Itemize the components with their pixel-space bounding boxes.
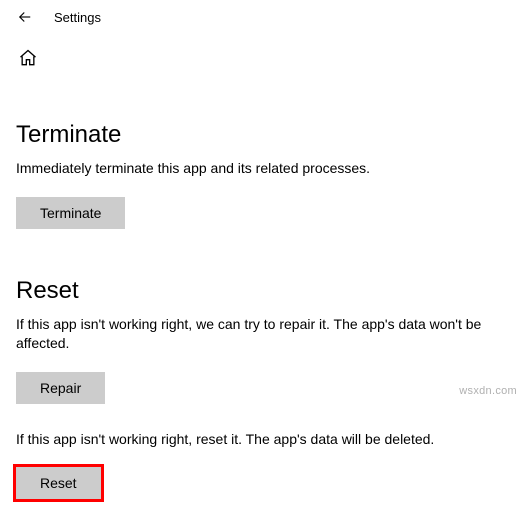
- terminate-section: Terminate Immediately terminate this app…: [16, 121, 507, 229]
- terminate-button[interactable]: Terminate: [16, 197, 125, 229]
- reset-heading: Reset: [16, 277, 507, 305]
- terminate-description: Immediately terminate this app and its r…: [16, 159, 496, 179]
- reset-description: If this app isn't working right, reset i…: [16, 430, 496, 450]
- terminate-heading: Terminate: [16, 121, 507, 149]
- repair-description: If this app isn't working right, we can …: [16, 315, 496, 354]
- page-title: Settings: [54, 10, 101, 25]
- header-bar: Settings: [0, 0, 523, 34]
- repair-button[interactable]: Repair: [16, 372, 105, 404]
- reset-section: Reset If this app isn't working right, w…: [16, 277, 507, 500]
- back-icon[interactable]: [16, 8, 34, 26]
- reset-button[interactable]: Reset: [16, 467, 101, 499]
- home-icon-wrap: [0, 34, 523, 73]
- watermark-text: wsxdn.com: [459, 385, 517, 397]
- home-icon[interactable]: [18, 55, 38, 72]
